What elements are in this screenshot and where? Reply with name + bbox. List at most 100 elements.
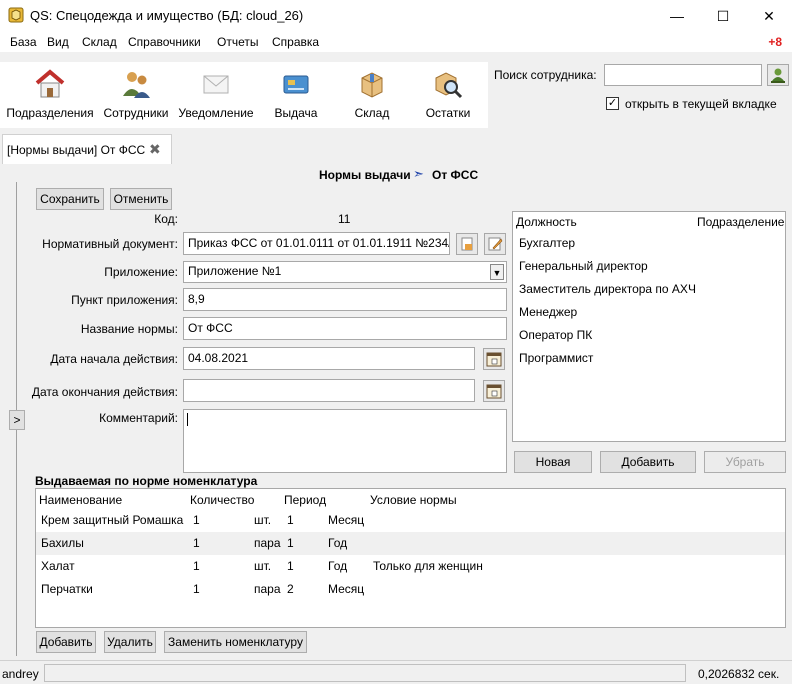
employee-search-input[interactable] [604,64,762,86]
list-item[interactable]: Программист [519,351,593,365]
normdoc-edit-button[interactable] [484,233,506,255]
normdoc-label: Нормативный документ: [42,237,178,251]
code-value: 11 [338,212,351,226]
cell-unit: пара [254,582,281,596]
menu-references[interactable]: Справочники [128,35,201,49]
maximize-button[interactable]: ☐ [700,0,746,32]
norm-name-field[interactable]: От ФСС [183,317,507,340]
toolbar-stock-label: Остатки [425,106,471,120]
table-row[interactable]: Халат 1 шт. 1 Год Только для женщин [36,555,785,578]
save-button[interactable]: Сохранить [36,188,104,210]
normdoc-field[interactable]: Приказ ФСС от 01.01.0111 от 01.01.1911 №… [183,232,450,255]
list-item[interactable]: Заместитель директора по АХЧ [519,282,696,296]
table-row[interactable]: Бахилы 1 пара 1 Год [36,532,785,555]
remove-position-button[interactable]: Убрать [704,451,786,473]
card-icon [283,75,309,94]
employee-search-button[interactable] [767,64,789,86]
cell-qty: 1 [193,559,200,573]
people-icon [123,72,150,98]
positions-col-department[interactable]: Подразделение [697,215,784,229]
status-user: andrey [2,667,39,681]
norm-name-label: Название нормы: [80,322,178,336]
toolbar-warehouse-button[interactable]: Склад [340,62,404,128]
breadcrumb-subtitle: От ФСС [432,168,479,182]
breadcrumb-title: Нормы выдачи [319,168,411,182]
minimize-button[interactable]: — [654,0,700,32]
add-position-button[interactable]: Добавить [600,451,696,473]
replace-nomenclature-button[interactable]: Заменить номенклатуру [164,631,307,653]
toolbar-notification-button[interactable]: Уведомление [176,62,256,128]
open-in-tab-label: открыть в текущей вкладке [625,97,777,111]
toolbar-issue-button[interactable]: Выдача [264,62,328,128]
open-document-icon [461,237,473,251]
cell-period: 1 [287,559,294,573]
new-position-button[interactable]: Новая [514,451,592,473]
comment-textarea[interactable] [183,409,507,473]
start-date-picker[interactable] [483,348,505,370]
toolbar-employees-button[interactable]: Сотрудники [100,62,172,128]
col-quantity[interactable]: Количество [190,493,254,507]
cell-unit: пара [254,536,281,550]
col-period[interactable]: Период [284,493,326,507]
list-item[interactable]: Менеджер [519,305,577,319]
start-date-label: Дата начала действия: [50,352,178,366]
toolbar-stock-button[interactable]: Остатки [416,62,480,128]
cell-period: 1 [287,513,294,527]
tab-norms-fss[interactable]: [Нормы выдачи] От ФСС ✖ [2,134,172,164]
start-date-field[interactable]: 04.08.2021 [183,347,475,370]
add-nomenclature-button[interactable]: Добавить [36,631,96,653]
cell-unit: шт. [254,513,272,527]
end-date-label: Дата окончания действия: [31,385,178,399]
toolbar-issue-label: Выдача [274,106,318,120]
status-time: 0,2026832 сек. [698,667,780,681]
text-cursor [187,413,188,426]
table-row[interactable]: Крем защитный Ромашка 1 шт. 1 Месяц [36,509,785,532]
edit-icon [488,237,503,251]
menu-view[interactable]: Вид [47,35,69,49]
point-label: Пункт приложения: [71,293,178,307]
notification-badge[interactable]: +8 [768,35,782,49]
calendar-icon [486,384,502,399]
list-item[interactable]: Генеральный директор [519,259,648,273]
open-in-tab-checkbox[interactable]: ✓ [606,97,619,110]
nomenclature-table[interactable]: Наименование Количество Период Условие н… [35,488,786,628]
menu-reports[interactable]: Отчеты [217,35,258,49]
delete-nomenclature-button[interactable]: Удалить [104,631,156,653]
expand-panel-button[interactable]: > [9,410,25,430]
status-bar: andrey 0,2026832 сек. [0,660,792,684]
menu-baza[interactable]: База [10,35,37,49]
point-field[interactable]: 8,9 [183,288,507,311]
list-item[interactable]: Оператор ПК [519,328,592,342]
cell-name: Крем защитный Ромашка [41,513,184,527]
appendix-select[interactable]: Приложение №1 ▼ [183,261,507,283]
house-icon [35,69,65,98]
close-button[interactable]: ✕ [746,0,792,32]
cancel-button[interactable]: Отменить [110,188,172,210]
envelope-icon [203,75,229,94]
list-item[interactable]: Бухгалтер [519,236,575,250]
close-tab-icon[interactable]: ✖ [149,141,161,158]
search-person-icon [771,68,785,83]
cell-name: Перчатки [41,582,93,596]
table-row[interactable]: Перчатки 1 пара 2 Месяц [36,578,785,601]
col-condition[interactable]: Условие нормы [370,493,457,507]
positions-list[interactable]: Должность Подразделение Бухгалтер Генера… [512,211,786,442]
normdoc-open-button[interactable] [456,233,478,255]
col-name[interactable]: Наименование [39,493,122,507]
cell-qty: 1 [193,536,200,550]
toolbar-departments-button[interactable]: Подразделения [6,62,94,128]
box-icon [361,72,383,98]
cell-period-unit: Месяц [328,513,365,527]
appendix-label: Приложение: [104,265,178,279]
cell-period: 2 [287,582,294,596]
positions-col-position[interactable]: Должность [516,215,577,229]
end-date-picker[interactable] [483,380,505,402]
comment-label: Комментарий: [99,411,178,425]
chevron-down-icon[interactable]: ▼ [490,264,504,280]
end-date-field[interactable] [183,379,475,402]
toolbar-notification-label: Уведомление [178,106,254,120]
cell-period-unit: Год [328,559,348,573]
magnifier-box-icon [435,72,463,99]
menu-help[interactable]: Справка [272,35,319,49]
menu-warehouse[interactable]: Склад [82,35,117,49]
